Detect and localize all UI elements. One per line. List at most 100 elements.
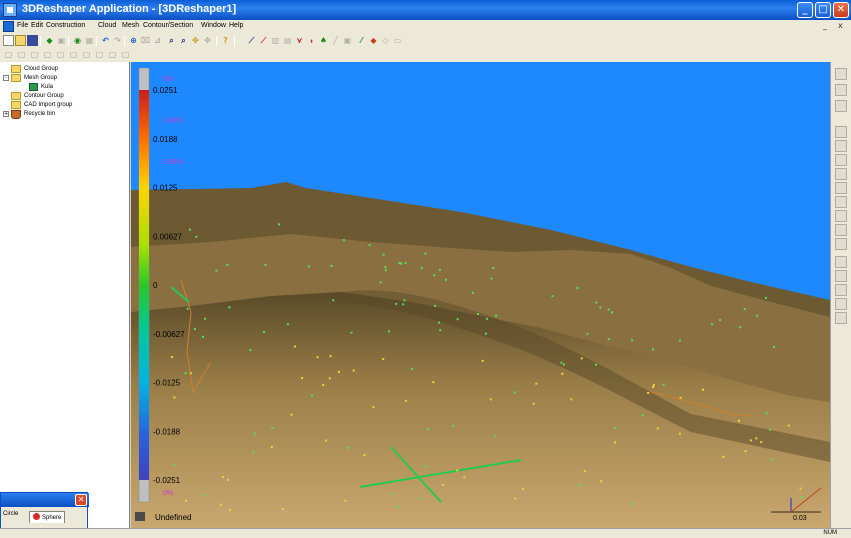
cloud-icon[interactable]: ◉ xyxy=(72,35,83,46)
open-folder-icon[interactable] xyxy=(15,35,26,46)
cloud-point xyxy=(387,330,390,333)
rotate-icon[interactable]: ✤ xyxy=(190,35,201,46)
3d-viewport[interactable]: 0.0251 0.0188 0.0125 0.00627 0 -0.00627 -0.012… xyxy=(131,62,830,528)
cloud-point xyxy=(631,339,634,342)
undo-icon[interactable]: ↶ xyxy=(100,35,111,46)
section-icon[interactable]: ⊿ xyxy=(152,35,163,46)
render-icon[interactable]: ₜ xyxy=(306,35,317,46)
cloud-point xyxy=(188,228,191,231)
view-back-icon[interactable]: ▢ xyxy=(16,49,27,60)
minimize-button[interactable]: _ xyxy=(797,2,813,18)
color-icon[interactable]: ▥ xyxy=(270,35,281,46)
tool-button[interactable] xyxy=(835,100,847,112)
tool-icon[interactable]: ◇ xyxy=(380,35,391,46)
pan-icon[interactable]: ✥ xyxy=(202,35,213,46)
cloud-point xyxy=(395,302,398,305)
menu-file[interactable]: File xyxy=(17,22,28,29)
collapse-icon[interactable]: - xyxy=(3,75,9,81)
tool-button[interactable] xyxy=(835,140,847,152)
help-icon[interactable]: ? xyxy=(220,35,231,46)
menu-mesh[interactable]: Mesh xyxy=(122,22,139,29)
expand-icon[interactable]: + xyxy=(3,111,9,117)
scale-value-label: 0 xyxy=(153,281,158,290)
tool-icon[interactable]: ▣ xyxy=(342,35,353,46)
redo-icon[interactable]: ↷ xyxy=(112,35,123,46)
zoom-window-icon[interactable]: ⌕ xyxy=(178,35,189,46)
tool-button[interactable] xyxy=(835,168,847,180)
save-icon[interactable] xyxy=(27,35,38,46)
tool-button[interactable] xyxy=(835,154,847,166)
mdi-minimize-button[interactable]: _ xyxy=(823,21,827,30)
tool-button[interactable] xyxy=(835,84,847,96)
menu-contour-section[interactable]: Contour/Section xyxy=(143,22,193,29)
tool-button[interactable] xyxy=(835,270,847,282)
tool-button[interactable] xyxy=(835,182,847,194)
view-top-icon[interactable]: ▢ xyxy=(55,49,66,60)
cloud-point xyxy=(424,465,427,468)
tool-icon[interactable]: ◆ xyxy=(368,35,379,46)
contour-icon[interactable]: ⟋ xyxy=(258,35,269,46)
tool-button[interactable] xyxy=(835,210,847,222)
draw-icon[interactable]: ⟋ xyxy=(246,35,257,46)
view-left-icon[interactable]: ▢ xyxy=(29,49,40,60)
menu-edit[interactable]: Edit xyxy=(31,22,43,29)
tab-sphere[interactable]: Sphere xyxy=(29,511,66,523)
cloud-point xyxy=(570,398,573,401)
tool-button[interactable] xyxy=(835,256,847,268)
cloud-point xyxy=(379,281,382,284)
tool-button[interactable] xyxy=(835,68,847,80)
cloud-point xyxy=(424,252,427,255)
maximize-button[interactable]: □ xyxy=(815,2,831,18)
scale-percent-label: 0% xyxy=(163,76,173,83)
view-perspective-icon[interactable]: ▢ xyxy=(107,49,118,60)
tool-button[interactable] xyxy=(835,126,847,138)
cut-icon[interactable]: ⌧ xyxy=(140,35,151,46)
cloud-point xyxy=(787,424,790,427)
recycle-bin-icon xyxy=(11,110,21,119)
cloud-point xyxy=(281,507,284,510)
tool-button[interactable] xyxy=(835,196,847,208)
menu-cloud[interactable]: Cloud xyxy=(98,22,116,29)
scene-canvas[interactable]: 0.0251 0.0188 0.0125 0.00627 0 -0.00627 -0.012… xyxy=(131,62,830,528)
mdi-close-button[interactable]: x xyxy=(838,21,843,30)
close-button[interactable]: ✕ xyxy=(833,2,849,18)
menu-construction[interactable]: Construction xyxy=(46,22,85,29)
view-bottom-icon[interactable]: ▢ xyxy=(81,49,92,60)
view-fit-icon[interactable]: ▢ xyxy=(94,49,105,60)
cloud-point xyxy=(611,311,613,314)
tool-icon[interactable]: ╱ xyxy=(330,35,341,46)
light-icon[interactable]: ♠ xyxy=(318,35,329,46)
tool-icon[interactable]: ▭ xyxy=(392,35,403,46)
tool-button[interactable] xyxy=(835,224,847,236)
zoom-icon[interactable]: ⌕ xyxy=(166,35,177,46)
dialog-title-bar[interactable]: ✕ xyxy=(1,493,89,507)
dialog-close-button[interactable]: ✕ xyxy=(75,494,87,506)
new-file-icon[interactable] xyxy=(3,35,14,46)
view-iso-icon[interactable]: ▢ xyxy=(68,49,79,60)
tool-button[interactable] xyxy=(835,298,847,310)
cloud-point xyxy=(171,356,174,358)
view-front-icon[interactable]: ▢ xyxy=(3,49,14,60)
menu-window[interactable]: Window xyxy=(201,22,226,29)
mesh-icon[interactable]: ▦ xyxy=(84,35,95,46)
tool-icon[interactable]: ⁄ xyxy=(356,35,367,46)
cloud-point xyxy=(647,392,650,394)
tool-button[interactable] xyxy=(835,312,847,324)
text-icon[interactable]: ⋎ xyxy=(294,35,305,46)
import-icon[interactable]: ◆ xyxy=(44,35,55,46)
cloud-point xyxy=(486,317,489,320)
export-icon[interactable]: ▣ xyxy=(56,35,67,46)
measure-icon[interactable]: ⊕ xyxy=(128,35,139,46)
view-reset-icon[interactable]: ▢ xyxy=(120,49,131,60)
tool-button[interactable] xyxy=(835,284,847,296)
tab-circle[interactable]: Circle xyxy=(3,511,18,523)
scale-value-label: 0.0251 xyxy=(153,86,178,95)
title-bar[interactable]: 3DReshaper Application - [3DReshaper1] _… xyxy=(0,0,851,20)
view-right-icon[interactable]: ▢ xyxy=(42,49,53,60)
tool-button[interactable] xyxy=(835,238,847,250)
menu-help[interactable]: Help xyxy=(229,22,243,29)
document-icon[interactable] xyxy=(3,21,14,32)
cloud-point xyxy=(400,262,403,265)
scale-value-label: -0.0251 xyxy=(153,476,181,485)
pen-icon[interactable]: ▤ xyxy=(282,35,293,46)
